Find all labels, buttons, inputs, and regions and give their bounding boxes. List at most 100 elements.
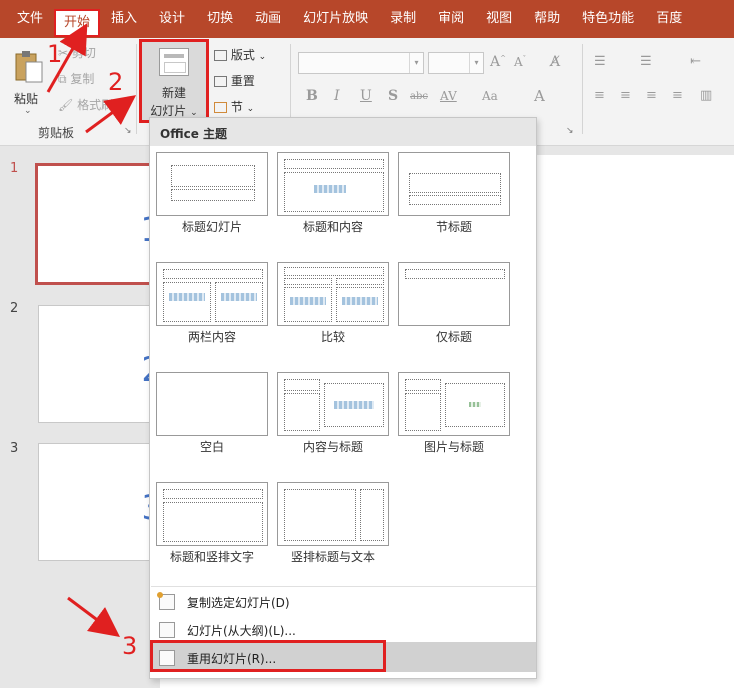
dialog-launcher-icon[interactable]: ↘ bbox=[124, 126, 132, 136]
placeholder bbox=[163, 489, 263, 499]
chevron-down-icon[interactable]: ▾ bbox=[469, 53, 483, 73]
layout-section-header[interactable] bbox=[398, 152, 510, 216]
copy-icon: ⧉ bbox=[58, 72, 67, 86]
layout-vertical-title-text[interactable] bbox=[277, 482, 389, 546]
tab-insert[interactable]: 插入 bbox=[100, 0, 148, 38]
layout-title-vertical-text[interactable] bbox=[156, 482, 268, 546]
bold-button[interactable]: B bbox=[306, 88, 318, 104]
tab-transitions[interactable]: 切换 bbox=[196, 0, 244, 38]
slide-thumbnail[interactable]: 2 bbox=[38, 305, 163, 423]
paste-label: 粘贴 bbox=[14, 92, 39, 106]
tab-baidu[interactable]: 百度 bbox=[645, 0, 693, 38]
align-center-icon[interactable]: ≡ bbox=[620, 88, 631, 103]
slide-thumbnail[interactable]: 1 bbox=[35, 163, 162, 285]
shadow-button[interactable]: S bbox=[388, 88, 398, 104]
tab-review[interactable]: 审阅 bbox=[427, 0, 475, 38]
copy-button[interactable]: ⧉ 复制 bbox=[58, 70, 94, 87]
chevron-down-icon: ⌄ bbox=[258, 52, 267, 62]
layout-label: 两栏内容 bbox=[187, 330, 236, 344]
tab-design[interactable]: 设计 bbox=[148, 0, 196, 38]
layout-content-with-caption[interactable] bbox=[277, 372, 389, 436]
strikethrough-button[interactable]: abc bbox=[410, 91, 428, 102]
placeholder bbox=[284, 278, 332, 285]
tab-help[interactable]: 帮助 bbox=[523, 0, 571, 38]
tab-record[interactable]: 录制 bbox=[379, 0, 427, 38]
indent-icon[interactable]: ⇤ bbox=[690, 54, 701, 69]
layout-comparison[interactable] bbox=[277, 262, 389, 326]
columns-icon[interactable]: ▥ bbox=[700, 88, 712, 103]
bullets-icon[interactable]: ☰ bbox=[594, 54, 606, 69]
content-icons bbox=[342, 297, 378, 305]
slide-number: 1 bbox=[10, 161, 19, 176]
numbering-icon[interactable]: ☰ bbox=[640, 54, 652, 69]
italic-button[interactable]: I bbox=[334, 88, 340, 104]
tab-view[interactable]: 视图 bbox=[475, 0, 523, 38]
font-size-combo[interactable]: ▾ bbox=[428, 52, 484, 74]
paste-icon bbox=[15, 51, 43, 83]
layout-two-content[interactable] bbox=[156, 262, 268, 326]
layout-button[interactable]: 版式 ⌄ bbox=[214, 46, 266, 63]
copy-label: 复制 bbox=[70, 72, 95, 86]
cut-button[interactable]: ✂ 剪切 bbox=[58, 44, 96, 61]
decrease-font-icon[interactable]: Aˇ bbox=[514, 55, 526, 69]
new-slide-dropdown: Office 主题 标题幻灯片 标题和内容 节标题 两栏内容 比较 仅标题 空白… bbox=[149, 117, 537, 679]
font-color-button[interactable]: A bbox=[534, 87, 545, 105]
new-slide-button[interactable]: 新建 幻灯片 ⌄ bbox=[139, 39, 209, 123]
section-button[interactable]: 节 ⌄ bbox=[214, 98, 254, 115]
format-painter-button[interactable]: 🖌 格式刷 bbox=[58, 96, 113, 113]
placeholder bbox=[163, 502, 263, 542]
paste-button[interactable]: 粘贴 ⌄ bbox=[10, 46, 50, 116]
annotation-number: 3 bbox=[122, 632, 138, 660]
tab-animations[interactable]: 动画 bbox=[244, 0, 292, 38]
layout-label: 内容与标题 bbox=[302, 440, 363, 454]
tab-slideshow[interactable]: 幻灯片放映 bbox=[292, 0, 379, 38]
dialog-launcher-icon[interactable]: ↘ bbox=[566, 126, 574, 136]
justify-icon[interactable]: ≡ bbox=[672, 88, 683, 103]
section-icon bbox=[214, 102, 227, 113]
format-painter-label: 格式刷 bbox=[77, 98, 114, 112]
layout-title-slide[interactable] bbox=[156, 152, 268, 216]
section-label: 节 bbox=[230, 100, 243, 114]
placeholder bbox=[163, 269, 263, 279]
layout-picture-with-caption[interactable] bbox=[398, 372, 510, 436]
layout-title-content[interactable] bbox=[277, 152, 389, 216]
annotation-number: 2 bbox=[108, 68, 124, 96]
chevron-down-icon: ⌄ bbox=[24, 106, 32, 116]
change-case-button[interactable]: Aa bbox=[482, 89, 498, 103]
slide-number: 3 bbox=[10, 441, 19, 456]
align-right-icon[interactable]: ≡ bbox=[646, 88, 657, 103]
layout-label: 节标题 bbox=[435, 220, 472, 234]
font-name-combo[interactable]: ▾ bbox=[298, 52, 424, 74]
layout-icon bbox=[214, 50, 227, 61]
char-spacing-button[interactable]: AV bbox=[440, 89, 457, 103]
placeholder bbox=[284, 159, 384, 169]
underline-button[interactable]: U bbox=[360, 88, 372, 104]
increase-font-icon[interactable]: A^ bbox=[490, 54, 506, 70]
outline-icon bbox=[159, 622, 175, 638]
cut-label: 剪切 bbox=[71, 46, 96, 60]
reset-button[interactable]: 重置 bbox=[214, 72, 255, 89]
tab-file[interactable]: 文件 bbox=[6, 0, 54, 38]
menu-divider bbox=[151, 586, 536, 587]
annotation-number: 1 bbox=[47, 40, 63, 68]
highlight-box bbox=[150, 640, 386, 672]
ribbon-tab-bar: 文件 开始 插入 设计 切换 动画 幻灯片放映 录制 审阅 视图 帮助 特色功能… bbox=[0, 0, 734, 38]
layout-label: 仅标题 bbox=[435, 330, 472, 344]
layout-blank[interactable] bbox=[156, 372, 268, 436]
placeholder bbox=[409, 173, 501, 193]
layout-label: 比较 bbox=[320, 330, 345, 344]
chevron-down-icon[interactable]: ▾ bbox=[409, 53, 423, 73]
layout-title-only[interactable] bbox=[398, 262, 510, 326]
placeholder bbox=[284, 393, 320, 431]
placeholder bbox=[284, 489, 356, 541]
placeholder bbox=[360, 489, 384, 541]
duplicate-slide-item[interactable]: 复制选定幻灯片(D) bbox=[151, 588, 536, 616]
slide-thumbnail[interactable]: 3 bbox=[38, 443, 163, 561]
tab-special-features[interactable]: 特色功能 bbox=[571, 0, 645, 38]
duplicate-slide-label: 复制选定幻灯片(D) bbox=[187, 596, 290, 610]
picture-icon bbox=[469, 402, 481, 407]
clear-format-icon[interactable]: A̸ bbox=[550, 54, 560, 70]
new-slide-label-line1: 新建 bbox=[161, 86, 186, 100]
align-left-icon[interactable]: ≡ bbox=[594, 88, 605, 103]
tab-home[interactable]: 开始 bbox=[54, 9, 101, 37]
